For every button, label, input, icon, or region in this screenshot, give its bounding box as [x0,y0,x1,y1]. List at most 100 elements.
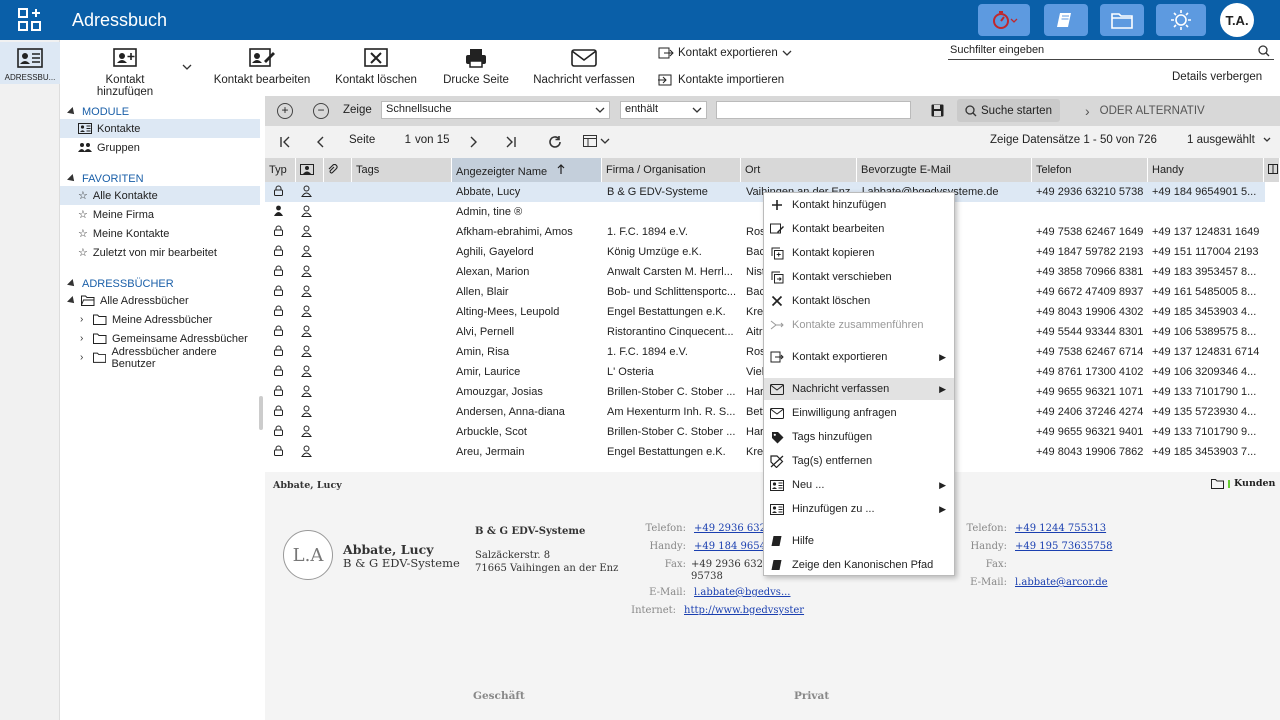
timer-button[interactable] [978,4,1030,36]
save-filter-button[interactable] [923,99,952,122]
export-contact-button[interactable]: Kontakt exportieren [658,47,792,59]
column-header-attachment[interactable] [324,158,352,182]
modules-header-label: MODULE [82,106,130,118]
modules-header[interactable]: MODULE [67,106,130,118]
menu-item-export-contact[interactable]: Kontakt exportieren ▶ [764,346,954,368]
tree-item-gruppen[interactable]: Gruppen [60,138,260,157]
cell-telefon: +49 9655 96321 9401 [1036,426,1144,438]
column-header-telefon[interactable]: Telefon [1032,158,1148,182]
next-page-icon[interactable] [469,136,479,148]
column-header-typ[interactable]: Typ [265,158,296,182]
priv-tel-link[interactable]: +49 1244 755313 [1015,523,1106,534]
cell-name: Amir, Laurice [456,366,521,378]
favorites-header[interactable]: FAVORITEN [67,173,144,185]
add-filter-icon[interactable]: + [277,103,293,119]
remove-filter-icon[interactable]: − [313,103,329,119]
addressbooks-header[interactable]: ADRESSBÜCHER [67,278,174,290]
tree-item-andere-adressbuecher[interactable]: › Adressbücher andere Benutzer [60,346,260,370]
column-header-photo[interactable] [296,158,324,182]
cell-name: Allen, Blair [456,286,509,298]
menu-item-edit-contact[interactable]: Kontakt bearbeiten [764,218,954,240]
column-view-button[interactable] [583,135,610,147]
column-chooser-button[interactable] [1264,158,1280,182]
chevron-right-icon: › [80,314,84,325]
panel-splitter[interactable] [259,396,263,430]
type-icon [273,285,287,299]
priv-handy-link[interactable]: +49 195 73635758 [1015,541,1112,552]
biz-internet-link[interactable]: http://www.bgedvsyster [684,605,804,616]
print-page-button[interactable]: Drucke Seite [442,46,510,86]
tree-item-alle-adressbuecher[interactable]: Alle Adressbücher [60,291,260,310]
submenu-arrow-icon: ▶ [939,351,946,362]
cell-handy: +49 135 5723930 4... [1152,406,1257,418]
column-header-ort[interactable]: Ort [741,158,857,182]
delete-contact-button[interactable]: Kontakt löschen [334,46,418,86]
column-header-tags[interactable]: Tags [352,158,452,182]
menu-item-request-consent[interactable]: Einwilligung anfragen [764,402,954,424]
app-grid-icon[interactable] [18,8,42,32]
menu-item-label: Kontakt hinzufügen [792,199,887,211]
or-alternative-button[interactable]: › ODER ALTERNATIV [1077,99,1213,122]
tree-item-zuletzt-bearbeitet[interactable]: ☆ Zuletzt von mir bearbeitet [60,243,260,262]
biz-email-link[interactable]: l.abbate@bgedvs... [694,587,790,598]
cell-organisation: 1. F.C. 1894 e.V. [607,226,688,238]
compose-message-button[interactable]: Nachricht verfassen [532,46,636,86]
tree-item-meine-firma[interactable]: ☆ Meine Firma [60,205,260,224]
menu-item-add-contact[interactable]: Kontakt hinzufügen [764,194,954,216]
menu-item-move-contact[interactable]: Kontakt verschieben [764,266,954,288]
add-contact-dropdown[interactable] [180,62,194,74]
add-contact-button[interactable]: Kontakt hinzufügen [76,46,174,98]
column-header-organisation[interactable]: Firma / Organisation [602,158,741,182]
edit-contact-button[interactable]: Kontakt bearbeiten [212,46,312,86]
tree-item-kontakte[interactable]: Kontakte [60,119,260,138]
filter-value-input[interactable] [716,101,911,119]
last-page-icon[interactable] [505,136,517,148]
addressbooks-header-label: ADRESSBÜCHER [82,278,174,290]
tree-item-alle-kontakte[interactable]: ☆ Alle Kontakte [60,186,260,205]
menu-item-copy-contact[interactable]: Kontakt kopieren [764,242,954,264]
tree-item-label: Gemeinsame Adressbücher [112,332,248,345]
column-header-name[interactable]: Angezeigter Name [452,158,602,182]
tag-kunden[interactable]: Kunden [1211,478,1275,489]
biz-tel-label: Telefon: [645,523,686,534]
menu-item-delete-contact[interactable]: Kontakt löschen [764,290,954,312]
type-icon [273,385,287,399]
start-search-button[interactable]: Suche starten [957,99,1060,122]
refresh-icon[interactable] [548,135,562,149]
page-number-input[interactable]: 1 [377,134,411,146]
folder-button[interactable] [1100,4,1144,36]
menu-item-canonical-path[interactable]: Zeige den Kanonischen Pfad [764,554,954,576]
hide-details-button[interactable]: Details verbergen [1172,71,1262,83]
filter-field-select[interactable]: Schnellsuche [381,101,610,119]
previous-page-icon[interactable] [315,136,325,148]
filter-operator-select[interactable]: enthält [620,101,707,119]
priv-email-link[interactable]: l.abbate@arcor.de [1015,577,1108,588]
column-header-handy[interactable]: Handy [1148,158,1264,182]
search-icon[interactable] [1258,45,1270,57]
cell-handy: +49 184 9654901 5... [1152,186,1257,198]
cell-telefon: +49 1847 59782 2193 [1036,246,1144,258]
menu-item-new[interactable]: Neu ... ▶ [764,474,954,496]
module-addressbook[interactable]: ADRESSBU... [0,42,60,84]
biz-internet-label: Internet: [631,605,676,616]
import-contacts-button[interactable]: Kontakte importieren [658,74,784,86]
module-label: ADRESSBU... [4,73,56,82]
menu-item-add-tags[interactable]: Tags hinzufügen [764,426,954,448]
tree-item-meine-adressbuecher[interactable]: › Meine Adressbücher [60,310,260,329]
photo-icon [301,325,315,340]
column-header-email[interactable]: Bevorzugte E-Mail [857,158,1032,182]
tree-item-meine-kontakte[interactable]: ☆ Meine Kontakte [60,224,260,243]
search-filter-input[interactable]: Suchfilter eingeben [948,44,1274,60]
tag-color-marker [1228,479,1230,488]
notebook-button[interactable] [1044,4,1088,36]
first-page-icon[interactable] [279,136,291,148]
photo-icon [301,265,315,280]
type-icon [273,305,287,319]
selection-count-dropdown[interactable]: 1 ausgewählt [1187,134,1271,146]
user-avatar[interactable]: T.A. [1220,3,1254,37]
menu-item-help[interactable]: Hilfe [764,530,954,552]
menu-item-remove-tags[interactable]: Tag(s) entfernen [764,450,954,472]
menu-item-compose-message[interactable]: Nachricht verfassen ▶ [764,378,954,400]
menu-item-add-to[interactable]: Hinzufügen zu ... ▶ [764,498,954,520]
theme-button[interactable] [1156,4,1206,36]
